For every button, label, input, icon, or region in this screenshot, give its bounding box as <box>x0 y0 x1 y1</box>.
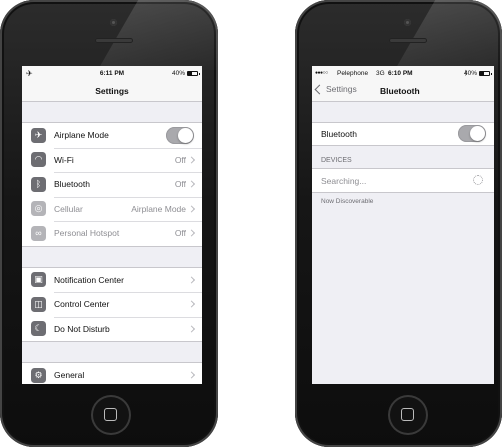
network-type: 3G <box>376 69 385 77</box>
bluetooth-icon: ᛒ <box>31 176 46 192</box>
battery-icon <box>187 70 200 76</box>
nav-bar: Settings <box>22 80 202 102</box>
front-camera-icon <box>110 19 117 26</box>
connectivity-group: ✈ Airplane Mode ◠ Wi-Fi Off ᛒ Bluetooth … <box>22 122 202 247</box>
row-label: Wi-Fi <box>54 154 74 165</box>
bluetooth-toggle-row[interactable]: Bluetooth <box>312 122 494 146</box>
chevron-right-icon <box>187 325 196 333</box>
earpiece-speaker <box>389 38 427 43</box>
battery-status: 40% <box>171 69 200 77</box>
glare <box>97 0 218 70</box>
settings-screen: ✈ 6:11 PM 40% Settings ✈ Airplane Mode ◠… <box>22 66 202 384</box>
back-label: Settings <box>326 84 357 94</box>
row-label: Airplane Mode <box>54 130 109 141</box>
row-label: Bluetooth <box>54 179 90 190</box>
chevron-right-icon <box>187 205 196 213</box>
wifi-icon: ◠ <box>31 152 46 168</box>
signal-strength-icon: ●●●○○ <box>315 70 328 76</box>
row-value: Off <box>174 154 186 165</box>
discoverable-note: Now Discoverable <box>321 198 374 205</box>
do-not-disturb-row[interactable]: ☾ Do Not Disturb <box>22 316 202 342</box>
wifi-row[interactable]: ◠ Wi-Fi Off <box>22 147 202 173</box>
row-label: Do Not Disturb <box>54 323 110 334</box>
front-camera-icon <box>404 19 411 26</box>
earpiece-speaker <box>95 38 133 43</box>
airplane-mode-row[interactable]: ✈ Airplane Mode <box>22 123 202 148</box>
status-time: 6:10 PM <box>388 69 413 77</box>
row-value: Off <box>174 179 186 190</box>
nav-bar: Settings Bluetooth <box>312 80 494 102</box>
hotspot-icon: ∞ <box>31 225 46 241</box>
chevron-right-icon <box>187 229 196 237</box>
airplane-icon: ✈ <box>31 127 46 143</box>
battery-status: 40% <box>463 69 492 77</box>
searching-label: Searching... <box>321 175 367 186</box>
notification-center-row[interactable]: ▣ Notification Center <box>22 268 202 293</box>
notification-center-icon: ▣ <box>31 272 46 288</box>
status-bar: ✈ 6:11 PM 40% <box>22 66 202 80</box>
row-label: Bluetooth <box>321 129 357 139</box>
chevron-right-icon <box>187 276 196 284</box>
general-group: ⚙ General <box>22 362 202 384</box>
centers-group: ▣ Notification Center ◫ Control Center ☾… <box>22 266 202 342</box>
battery-icon <box>479 70 492 76</box>
spinner-icon <box>473 175 483 185</box>
devices-header: DEVICES <box>321 157 352 164</box>
bluetooth-toggle[interactable] <box>458 125 486 142</box>
chevron-right-icon <box>187 300 196 308</box>
chevron-right-icon <box>187 371 196 379</box>
row-label: Personal Hotspot <box>54 228 120 239</box>
row-label: Control Center <box>54 299 110 310</box>
row-value: Off <box>174 228 186 239</box>
home-button[interactable] <box>91 395 131 435</box>
battery-percent: 40% <box>171 69 185 77</box>
cellular-row[interactable]: ◎ Cellular Airplane Mode <box>22 196 202 222</box>
bluetooth-row[interactable]: ᛒ Bluetooth Off <box>22 172 202 197</box>
battery-percent: 40% <box>463 69 477 77</box>
control-center-row[interactable]: ◫ Control Center <box>22 292 202 317</box>
glare <box>394 0 502 70</box>
home-button[interactable] <box>388 395 428 435</box>
airplane-mode-toggle[interactable] <box>166 127 194 144</box>
page-title: Settings <box>95 86 129 96</box>
bluetooth-screen: ●●●○○ Pelephone 3G 6:10 PM ᛒ 40% Setting… <box>312 66 494 384</box>
personal-hotspot-row[interactable]: ∞ Personal Hotspot Off <box>22 221 202 246</box>
carrier-name: Pelephone <box>337 69 369 77</box>
chevron-right-icon <box>187 156 196 164</box>
row-label: Notification Center <box>54 274 124 285</box>
control-center-icon: ◫ <box>31 296 46 312</box>
row-label: General <box>54 370 85 381</box>
back-button[interactable]: Settings <box>314 84 357 94</box>
chevron-right-icon <box>187 180 196 188</box>
row-label: Cellular <box>54 203 83 214</box>
chevron-left-icon <box>314 84 325 94</box>
searching-row: Searching... <box>312 168 494 193</box>
gear-icon: ⚙ <box>31 367 46 383</box>
page-title: Bluetooth <box>380 86 420 96</box>
cellular-icon: ◎ <box>31 201 46 217</box>
status-bar: ●●●○○ Pelephone 3G 6:10 PM ᛒ 40% <box>312 66 494 80</box>
row-value: Airplane Mode <box>131 203 186 214</box>
moon-icon: ☾ <box>31 321 46 337</box>
general-row[interactable]: ⚙ General <box>22 363 202 384</box>
left-phone: ✈ 6:11 PM 40% Settings ✈ Airplane Mode ◠… <box>0 0 218 447</box>
